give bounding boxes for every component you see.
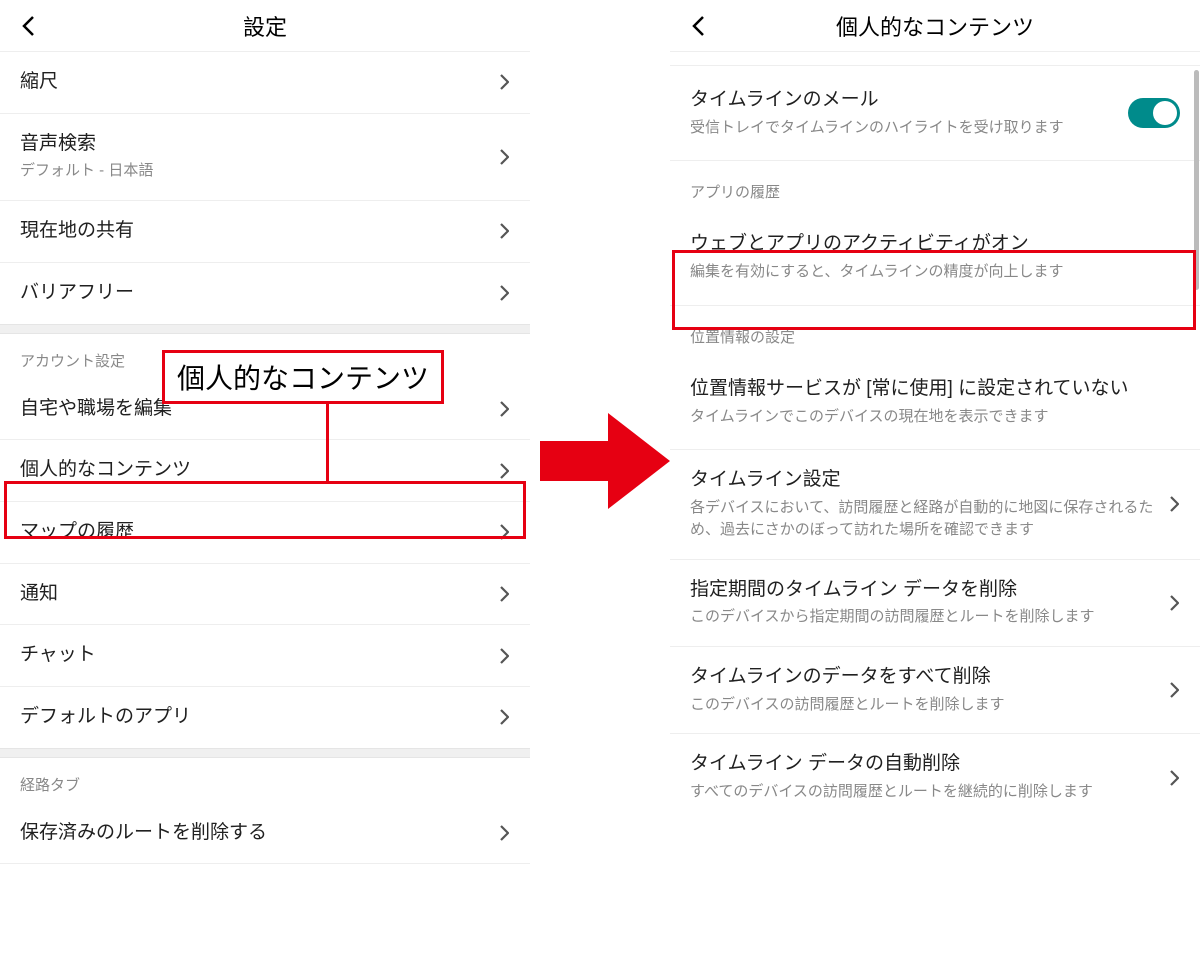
chevron-right-icon	[498, 646, 510, 666]
row-title: 位置情報サービスが [常に使用] に設定されていない	[690, 377, 1180, 402]
header: 設定	[0, 0, 530, 52]
row-personal-content[interactable]: 個人的なコンテンツ	[0, 440, 530, 502]
chevron-right-icon	[1168, 593, 1180, 613]
chevron-right-icon	[498, 584, 510, 604]
row-title: タイムライン データの自動削除	[690, 752, 1160, 777]
row-title: マップの履歴	[20, 520, 490, 545]
row-scale[interactable]: 縮尺	[0, 52, 530, 114]
row-title: 保存済みのルートを削除する	[20, 821, 490, 846]
row-title: 縮尺	[20, 70, 490, 95]
chevron-left-icon	[691, 15, 705, 37]
chevron-right-icon	[498, 72, 510, 92]
row-voice-search[interactable]: 音声検索 デフォルト - 日本語	[0, 114, 530, 201]
row-title: 個人的なコンテンツ	[20, 458, 490, 483]
back-button[interactable]	[14, 12, 42, 40]
row-title: チャット	[20, 643, 490, 668]
row-title: 自宅や職場を編集	[20, 397, 490, 422]
page-title: 設定	[0, 10, 530, 42]
row-subtitle: 受信トレイでタイムラインのハイライトを受け取ります	[690, 117, 1128, 139]
scrollbar[interactable]	[1194, 70, 1199, 290]
row-maps-history[interactable]: マップの履歴	[0, 502, 530, 564]
row-delete-saved-routes[interactable]: 保存済みのルートを削除する	[0, 803, 530, 865]
row-delete-range[interactable]: 指定期間のタイムライン データを削除 このデバイスから指定期間の訪問履歴とルート…	[670, 560, 1200, 647]
chevron-right-icon	[1168, 680, 1180, 700]
row-title: 指定期間のタイムライン データを削除	[690, 578, 1160, 603]
page-title: 個人的なコンテンツ	[670, 10, 1200, 42]
toggle-on[interactable]	[1128, 98, 1180, 128]
row-title: タイムラインのデータをすべて削除	[690, 665, 1160, 690]
row-subtitle: 編集を有効にすると、タイムラインの精度が向上します	[690, 261, 1180, 283]
section-gap	[0, 324, 530, 334]
chevron-right-icon	[498, 399, 510, 419]
row-timeline-settings[interactable]: タイムライン設定 各デバイスにおいて、訪問履歴と経路が自動的に地図に保存されるた…	[670, 450, 1200, 559]
row-auto-delete[interactable]: タイムライン データの自動削除 すべてのデバイスの訪問履歴とルートを継続的に削除…	[670, 734, 1200, 820]
row-edit-home-work[interactable]: 自宅や職場を編集	[0, 379, 530, 441]
row-title: 音声検索	[20, 132, 490, 157]
chevron-right-icon	[498, 522, 510, 542]
row-accessibility[interactable]: バリアフリー	[0, 263, 530, 324]
arrow-right-icon	[540, 413, 670, 509]
row-subtitle: すべてのデバイスの訪問履歴とルートを継続的に削除します	[690, 781, 1160, 803]
row-title: タイムラインのメール	[690, 88, 1128, 113]
row-title: ウェブとアプリのアクティビティがオン	[690, 232, 1180, 257]
row-web-app-activity[interactable]: ウェブとアプリのアクティビティがオン 編集を有効にすると、タイムラインの精度が向…	[670, 210, 1200, 305]
settings-list: 縮尺 音声検索 デフォルト - 日本語 現在地の共有 バリアフリー アカウント設…	[0, 52, 530, 864]
section-header-location: 位置情報の設定	[670, 306, 1200, 355]
chevron-right-icon	[498, 823, 510, 843]
row-delete-all[interactable]: タイムラインのデータをすべて削除 このデバイスの訪問履歴とルートを削除します	[670, 647, 1200, 734]
row-notifications[interactable]: 通知	[0, 564, 530, 626]
chevron-right-icon	[498, 707, 510, 727]
row-subtitle: このデバイスから指定期間の訪問履歴とルートを削除します	[690, 606, 1160, 628]
back-button[interactable]	[684, 12, 712, 40]
section-header-app-history: アプリの履歴	[670, 161, 1200, 210]
section-header-account: アカウント設定	[0, 334, 530, 379]
row-title: 現在地の共有	[20, 219, 490, 244]
row-title: バリアフリー	[20, 281, 490, 306]
row-subtitle: 各デバイスにおいて、訪問履歴と経路が自動的に地図に保存されるため、過去にさかのぼ…	[690, 497, 1160, 541]
chevron-right-icon	[498, 461, 510, 481]
chevron-right-icon	[498, 221, 510, 241]
chevron-right-icon	[1168, 494, 1180, 514]
row-default-app[interactable]: デフォルトのアプリ	[0, 687, 530, 748]
chevron-right-icon	[498, 283, 510, 303]
row-title: 通知	[20, 582, 490, 607]
row-share-location[interactable]: 現在地の共有	[0, 201, 530, 263]
row-title: デフォルトのアプリ	[20, 705, 490, 730]
row-timeline-mail[interactable]: タイムラインのメール 受信トレイでタイムラインのハイライトを受け取ります	[670, 66, 1200, 161]
chevron-right-icon	[1168, 768, 1180, 788]
top-stub	[670, 52, 1200, 66]
row-subtitle: タイムラインでこのデバイスの現在地を表示できます	[690, 406, 1180, 428]
row-location-service[interactable]: 位置情報サービスが [常に使用] に設定されていない タイムラインでこのデバイス…	[670, 355, 1200, 450]
row-subtitle: このデバイスの訪問履歴とルートを削除します	[690, 694, 1160, 716]
row-subtitle: デフォルト - 日本語	[20, 160, 490, 182]
section-header-route: 経路タブ	[0, 758, 530, 803]
header: 個人的なコンテンツ	[670, 0, 1200, 52]
chevron-right-icon	[498, 147, 510, 167]
row-chat[interactable]: チャット	[0, 625, 530, 687]
section-gap	[0, 748, 530, 758]
settings-screen: 設定 縮尺 音声検索 デフォルト - 日本語 現在地の共有 バリアフリー アカウ…	[0, 0, 530, 974]
row-title: タイムライン設定	[690, 468, 1160, 493]
personal-content-screen: 個人的なコンテンツ タイムラインのメール 受信トレイでタイムラインのハイライトを…	[670, 0, 1200, 974]
chevron-left-icon	[21, 15, 35, 37]
